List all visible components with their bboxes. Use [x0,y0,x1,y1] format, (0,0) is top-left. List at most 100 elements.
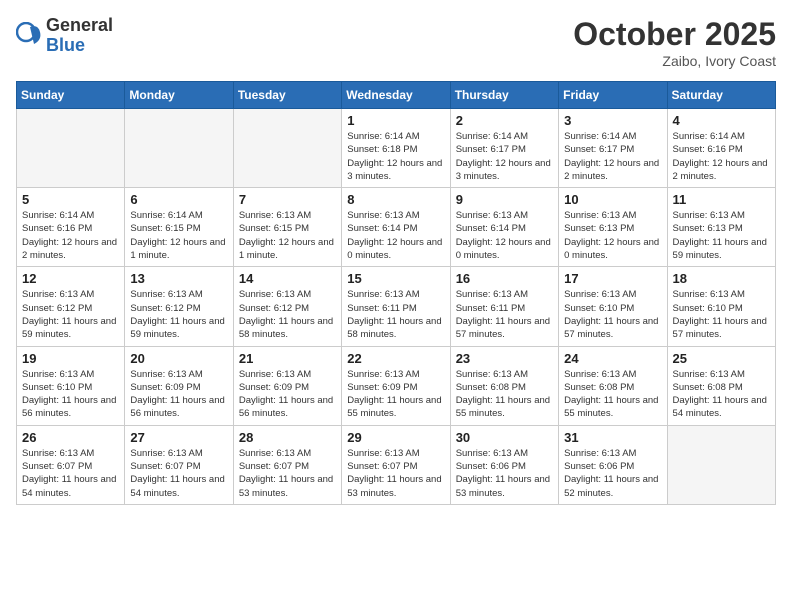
calendar-cell: 17 Sunrise: 6:13 AM Sunset: 6:10 PM Dayli… [559,267,667,346]
calendar-cell [667,425,775,504]
calendar: SundayMondayTuesdayWednesdayThursdayFrid… [16,81,776,505]
day-detail: Sunrise: 6:14 AM Sunset: 6:15 PM Dayligh… [130,209,227,262]
day-detail: Sunrise: 6:14 AM Sunset: 6:17 PM Dayligh… [564,130,661,183]
calendar-cell: 1 Sunrise: 6:14 AM Sunset: 6:18 PM Daylig… [342,109,450,188]
day-detail: Sunrise: 6:13 AM Sunset: 6:07 PM Dayligh… [347,447,444,500]
calendar-cell: 26 Sunrise: 6:13 AM Sunset: 6:07 PM Dayli… [17,425,125,504]
calendar-cell: 19 Sunrise: 6:13 AM Sunset: 6:10 PM Dayli… [17,346,125,425]
day-detail: Sunrise: 6:13 AM Sunset: 6:11 PM Dayligh… [456,288,553,341]
day-number: 26 [22,430,119,445]
day-detail: Sunrise: 6:13 AM Sunset: 6:15 PM Dayligh… [239,209,336,262]
logo-icon [16,22,44,50]
calendar-cell: 20 Sunrise: 6:13 AM Sunset: 6:09 PM Dayli… [125,346,233,425]
day-number: 20 [130,351,227,366]
day-number: 17 [564,271,661,286]
calendar-cell: 30 Sunrise: 6:13 AM Sunset: 6:06 PM Dayli… [450,425,558,504]
day-detail: Sunrise: 6:13 AM Sunset: 6:06 PM Dayligh… [564,447,661,500]
day-number: 8 [347,192,444,207]
calendar-cell: 27 Sunrise: 6:13 AM Sunset: 6:07 PM Dayli… [125,425,233,504]
day-detail: Sunrise: 6:14 AM Sunset: 6:16 PM Dayligh… [673,130,770,183]
day-detail: Sunrise: 6:13 AM Sunset: 6:10 PM Dayligh… [564,288,661,341]
day-number: 7 [239,192,336,207]
day-number: 11 [673,192,770,207]
day-detail: Sunrise: 6:13 AM Sunset: 6:06 PM Dayligh… [456,447,553,500]
day-detail: Sunrise: 6:14 AM Sunset: 6:16 PM Dayligh… [22,209,119,262]
calendar-cell: 16 Sunrise: 6:13 AM Sunset: 6:11 PM Dayli… [450,267,558,346]
day-number: 22 [347,351,444,366]
day-number: 12 [22,271,119,286]
calendar-cell: 10 Sunrise: 6:13 AM Sunset: 6:13 PM Dayli… [559,188,667,267]
day-detail: Sunrise: 6:13 AM Sunset: 6:08 PM Dayligh… [564,368,661,421]
day-detail: Sunrise: 6:13 AM Sunset: 6:12 PM Dayligh… [22,288,119,341]
week-row: 1 Sunrise: 6:14 AM Sunset: 6:18 PM Daylig… [17,109,776,188]
day-number: 30 [456,430,553,445]
week-row: 5Sunrise: 6:14 AM Sunset: 6:16 PM Daylig… [17,188,776,267]
day-detail: Sunrise: 6:13 AM Sunset: 6:08 PM Dayligh… [673,368,770,421]
weekday-header: Monday [125,82,233,109]
day-detail: Sunrise: 6:13 AM Sunset: 6:07 PM Dayligh… [239,447,336,500]
calendar-cell: 13Sunrise: 6:13 AM Sunset: 6:12 PM Dayli… [125,267,233,346]
day-number: 16 [456,271,553,286]
calendar-cell: 5Sunrise: 6:14 AM Sunset: 6:16 PM Daylig… [17,188,125,267]
weekday-header: Friday [559,82,667,109]
title-block: October 2025 Zaibo, Ivory Coast [573,16,776,69]
calendar-cell: 24 Sunrise: 6:13 AM Sunset: 6:08 PM Dayli… [559,346,667,425]
day-number: 19 [22,351,119,366]
calendar-cell [233,109,341,188]
day-number: 31 [564,430,661,445]
calendar-cell: 9 Sunrise: 6:13 AM Sunset: 6:14 PM Daylig… [450,188,558,267]
day-number: 28 [239,430,336,445]
day-detail: Sunrise: 6:13 AM Sunset: 6:07 PM Dayligh… [130,447,227,500]
weekday-header: Wednesday [342,82,450,109]
day-number: 10 [564,192,661,207]
logo-blue: Blue [46,36,113,56]
calendar-cell: 23Sunrise: 6:13 AM Sunset: 6:08 PM Dayli… [450,346,558,425]
day-number: 3 [564,113,661,128]
day-detail: Sunrise: 6:13 AM Sunset: 6:07 PM Dayligh… [22,447,119,500]
day-detail: Sunrise: 6:14 AM Sunset: 6:17 PM Dayligh… [456,130,553,183]
day-number: 6 [130,192,227,207]
day-detail: Sunrise: 6:13 AM Sunset: 6:14 PM Dayligh… [347,209,444,262]
weekday-header: Sunday [17,82,125,109]
calendar-cell [17,109,125,188]
calendar-cell: 3 Sunrise: 6:14 AM Sunset: 6:17 PM Daylig… [559,109,667,188]
weekday-header: Thursday [450,82,558,109]
day-detail: Sunrise: 6:14 AM Sunset: 6:18 PM Dayligh… [347,130,444,183]
calendar-cell: 4 Sunrise: 6:14 AM Sunset: 6:16 PM Daylig… [667,109,775,188]
calendar-cell: 7 Sunrise: 6:13 AM Sunset: 6:15 PM Daylig… [233,188,341,267]
calendar-cell: 31 Sunrise: 6:13 AM Sunset: 6:06 PM Dayli… [559,425,667,504]
calendar-cell: 6 Sunrise: 6:14 AM Sunset: 6:15 PM Daylig… [125,188,233,267]
day-detail: Sunrise: 6:13 AM Sunset: 6:09 PM Dayligh… [347,368,444,421]
day-number: 14 [239,271,336,286]
calendar-cell: 2Sunrise: 6:14 AM Sunset: 6:17 PM Daylig… [450,109,558,188]
day-number: 1 [347,113,444,128]
day-number: 24 [564,351,661,366]
day-number: 4 [673,113,770,128]
calendar-cell: 28 Sunrise: 6:13 AM Sunset: 6:07 PM Dayli… [233,425,341,504]
calendar-cell: 21 Sunrise: 6:13 AM Sunset: 6:09 PM Dayli… [233,346,341,425]
day-detail: Sunrise: 6:13 AM Sunset: 6:14 PM Dayligh… [456,209,553,262]
day-detail: Sunrise: 6:13 AM Sunset: 6:10 PM Dayligh… [22,368,119,421]
logo-general: General [46,16,113,36]
day-detail: Sunrise: 6:13 AM Sunset: 6:09 PM Dayligh… [239,368,336,421]
day-detail: Sunrise: 6:13 AM Sunset: 6:13 PM Dayligh… [564,209,661,262]
day-number: 29 [347,430,444,445]
week-row: 19 Sunrise: 6:13 AM Sunset: 6:10 PM Dayli… [17,346,776,425]
calendar-cell: 29 Sunrise: 6:13 AM Sunset: 6:07 PM Dayli… [342,425,450,504]
calendar-cell: 18Sunrise: 6:13 AM Sunset: 6:10 PM Dayli… [667,267,775,346]
day-detail: Sunrise: 6:13 AM Sunset: 6:12 PM Dayligh… [130,288,227,341]
day-detail: Sunrise: 6:13 AM Sunset: 6:12 PM Dayligh… [239,288,336,341]
day-number: 21 [239,351,336,366]
calendar-cell [125,109,233,188]
logo-text: General Blue [46,16,113,56]
day-detail: Sunrise: 6:13 AM Sunset: 6:09 PM Dayligh… [130,368,227,421]
weekday-header: Saturday [667,82,775,109]
calendar-cell: 25Sunrise: 6:13 AM Sunset: 6:08 PM Dayli… [667,346,775,425]
day-number: 27 [130,430,227,445]
month-title: October 2025 [573,16,776,53]
day-number: 9 [456,192,553,207]
week-row: 12 Sunrise: 6:13 AM Sunset: 6:12 PM Dayli… [17,267,776,346]
day-number: 23 [456,351,553,366]
day-number: 18 [673,271,770,286]
calendar-cell: 11Sunrise: 6:13 AM Sunset: 6:13 PM Dayli… [667,188,775,267]
